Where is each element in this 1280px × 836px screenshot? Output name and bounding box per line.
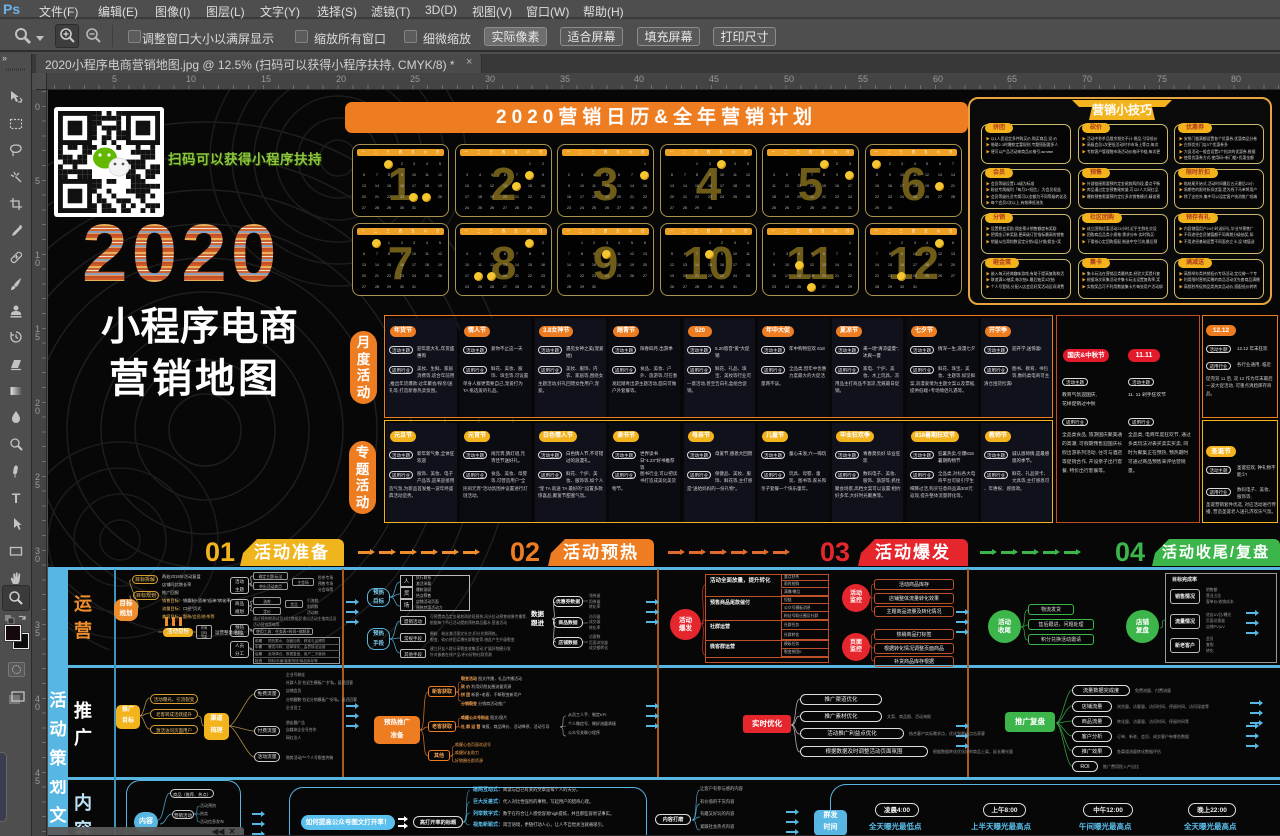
svg-text:T: T bbox=[12, 490, 21, 506]
